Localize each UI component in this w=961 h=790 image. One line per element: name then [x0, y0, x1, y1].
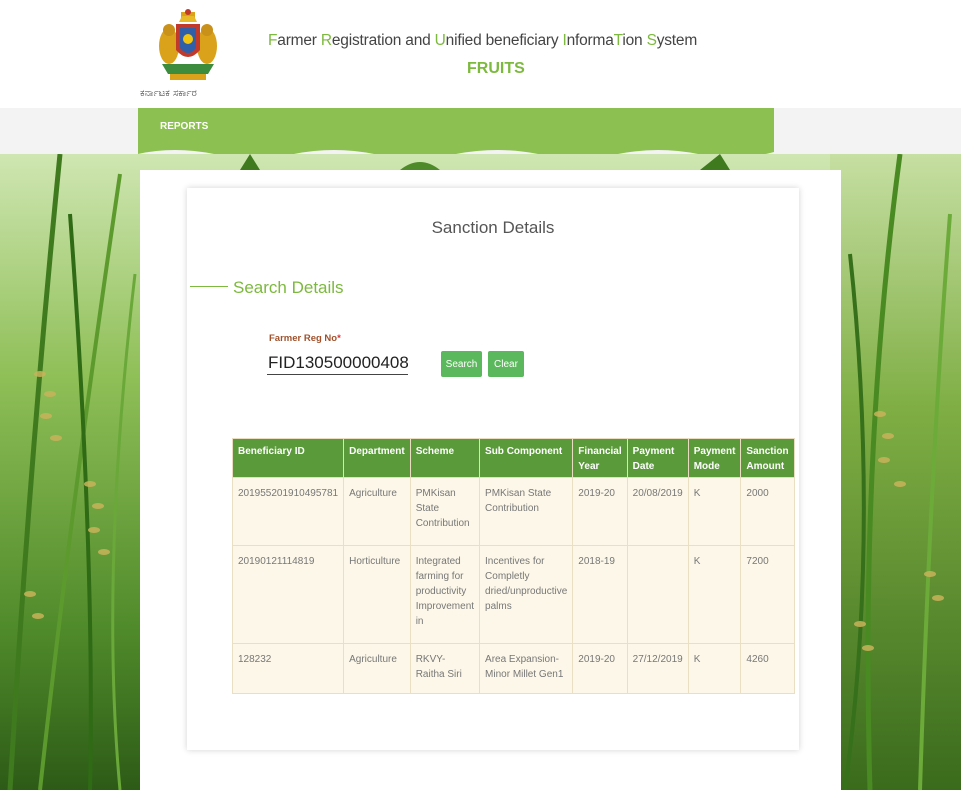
- table-header-row: Beneficiary ID Department Scheme Sub Com…: [231, 438, 795, 478]
- section-divider: [190, 286, 228, 287]
- emblem-logo: ಕರ್ನಾಟಕ ಸರ್ಕಾರ: [140, 8, 236, 104]
- column-header: Financial Year: [572, 438, 628, 478]
- cell-payment-mode: K: [687, 477, 742, 546]
- table-row: 201955201910495781 Agriculture PMKisan S…: [231, 477, 795, 546]
- sanction-details-card: Sanction Details Search Details Farmer R…: [187, 188, 799, 750]
- cell-payment-date: 20/08/2019: [626, 477, 689, 546]
- cell-beneficiary-id: 201955201910495781: [231, 477, 345, 546]
- cell-department: Agriculture: [343, 477, 411, 546]
- title-part: egistration and: [331, 32, 435, 49]
- cell-sanction-amount: 2000: [740, 477, 795, 546]
- system-title: Farmer Registration and Unified benefici…: [268, 32, 697, 50]
- cell-payment-date: 27/12/2019: [626, 643, 689, 694]
- cell-sanction-amount: 4260: [740, 643, 795, 694]
- column-header: Sanction Amount: [740, 438, 795, 478]
- search-button[interactable]: Search: [441, 351, 482, 377]
- cell-scheme: PMKisan State Contribution: [409, 477, 481, 546]
- title-part: U: [434, 32, 446, 49]
- title-part: F: [268, 32, 278, 49]
- column-header: Department: [343, 438, 411, 478]
- title-part: ion: [622, 32, 647, 49]
- page-title: Sanction Details: [431, 218, 555, 237]
- cell-sub-component: PMKisan State Contribution: [479, 477, 574, 546]
- column-header: Payment Date: [626, 438, 689, 478]
- karnataka-emblem-icon: [159, 9, 217, 80]
- column-header: Sub Component: [479, 438, 574, 478]
- brand-name: FRUITS: [467, 60, 525, 77]
- cell-department: Agriculture: [343, 643, 411, 694]
- title-part: armer: [277, 32, 321, 49]
- farmer-reg-label-text: Farmer Reg No: [269, 333, 338, 344]
- section-title: Search Details: [233, 278, 344, 297]
- farmer-reg-label: Farmer Reg No*: [269, 333, 341, 344]
- cell-payment-mode: K: [687, 545, 742, 644]
- cell-financial-year: 2019-20: [572, 477, 628, 546]
- table-row: 20190121114819 Horticulture Integrated f…: [231, 545, 795, 644]
- cell-financial-year: 2019-20: [572, 643, 628, 694]
- cell-beneficiary-id: 20190121114819: [231, 545, 345, 644]
- cell-payment-mode: K: [687, 643, 742, 694]
- column-header: Beneficiary ID: [231, 438, 345, 478]
- column-header: Payment Mode: [687, 438, 742, 478]
- title-part: nified beneficiary: [445, 32, 563, 49]
- cell-sub-component: Incentives for Completly dried/unproduct…: [479, 545, 574, 644]
- farmer-reg-input[interactable]: [267, 352, 408, 375]
- cell-payment-date: [626, 545, 689, 644]
- cell-department: Horticulture: [343, 545, 411, 644]
- cell-scheme: RKVY-Raitha Siri: [409, 643, 481, 694]
- title-part: nforma: [566, 32, 614, 49]
- sanction-table: Beneficiary ID Department Scheme Sub Com…: [231, 438, 795, 694]
- clear-button[interactable]: Clear: [488, 351, 524, 377]
- title-part: ystem: [656, 32, 698, 49]
- column-header: Scheme: [409, 438, 481, 478]
- logo-caption: ಕರ್ನಾಟಕ ಸರ್ಕಾರ: [140, 88, 197, 99]
- cell-sub-component: Area Expansion-Minor Millet Gen1: [479, 643, 574, 694]
- title-part: S: [646, 32, 657, 49]
- cell-sanction-amount: 7200: [740, 545, 795, 644]
- cell-financial-year: 2018-19: [572, 545, 628, 644]
- cell-scheme: Integrated farming for productivity Impr…: [409, 545, 481, 644]
- required-mark: *: [337, 333, 341, 344]
- nav-reports[interactable]: REPORTS: [160, 121, 208, 132]
- title-part: R: [320, 32, 332, 49]
- cell-beneficiary-id: 128232: [231, 643, 345, 694]
- site-header: ಕರ್ನಾಟಕ ಸರ್ಕಾರ Farmer Registration and U…: [0, 0, 961, 109]
- table-row: 128232 Agriculture RKVY-Raitha Siri Area…: [231, 643, 795, 694]
